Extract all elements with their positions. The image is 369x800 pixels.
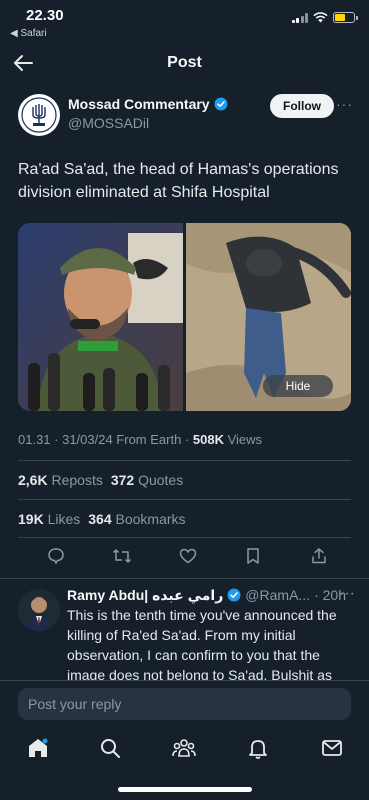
media-photo-speaker[interactable]	[18, 223, 183, 411]
reply-avatar[interactable]	[18, 589, 60, 631]
home-indicator	[118, 787, 252, 792]
author-avatar[interactable]	[18, 94, 60, 136]
top-nav: Post	[0, 44, 369, 84]
author-handle[interactable]: @MOSSADil	[68, 115, 149, 131]
tab-messages[interactable]	[320, 736, 344, 760]
reply-author-name[interactable]: Ramy Abdu| رامي عبده	[67, 587, 223, 604]
tab-notifications[interactable]	[246, 736, 270, 760]
notifications-icon	[249, 740, 267, 759]
reply-header: Ramy Abdu| رامي عبده @RamA... · 20h	[67, 585, 355, 605]
tab-search[interactable]	[98, 736, 122, 760]
status-time: 22.30	[26, 7, 64, 24]
reposts-stat[interactable]: 2,6K Reposts	[18, 472, 103, 488]
post-timestamp: 01.31 · 31/03/24 From Earth ·	[18, 432, 193, 447]
more-options-icon[interactable]: ···	[336, 96, 353, 112]
reply-text: This is the tenth time you've announced …	[67, 607, 337, 683]
likes-bookmarks-stats: 19K Likes 364 Bookmarks	[18, 511, 186, 527]
like-icon[interactable]	[178, 546, 198, 566]
messages-icon	[322, 740, 342, 756]
home-icon	[29, 738, 48, 757]
post-text: Ra'ad Sa'ad, the head of Hamas's operati…	[18, 161, 339, 201]
post-author: Mossad Commentary @MOSSADil Follow ···	[18, 92, 353, 138]
tab-home[interactable]	[26, 736, 50, 760]
search-icon	[101, 739, 120, 758]
reply-composer: Post your reply	[0, 680, 369, 724]
post-actions	[18, 546, 351, 570]
reply-author-handle[interactable]: @RamA...	[245, 587, 310, 603]
follow-button[interactable]: Follow	[270, 94, 334, 118]
tab-bar	[0, 724, 369, 800]
divider	[18, 499, 351, 500]
views-count[interactable]: 508K	[193, 432, 224, 447]
divider	[18, 460, 351, 461]
quotes-stat[interactable]: 372 Quotes	[111, 472, 183, 488]
bookmarks-stat[interactable]: 364 Bookmarks	[88, 511, 185, 527]
likes-stat[interactable]: 19K Likes	[18, 511, 80, 527]
media-photo-body[interactable]: Hide	[186, 223, 351, 411]
bookmark-icon[interactable]	[243, 546, 263, 566]
share-icon[interactable]	[309, 546, 329, 566]
wifi-icon	[313, 12, 328, 23]
verified-badge-icon	[227, 588, 241, 602]
verified-badge-icon	[214, 97, 228, 111]
reposts-quotes-stats: 2,6K Reposts 372 Quotes	[18, 472, 183, 488]
reply-icon[interactable]	[46, 546, 66, 566]
status-icons	[291, 12, 358, 23]
back-to-safari-link[interactable]: ◀ Safari	[10, 28, 47, 39]
communities-icon	[172, 739, 196, 757]
battery-icon	[333, 12, 358, 23]
page-title: Post	[167, 54, 202, 71]
divider	[0, 578, 369, 579]
status-bar: 22.30 ◀ Safari	[0, 0, 369, 44]
author-name[interactable]: Mossad Commentary	[68, 96, 228, 112]
tab-communities[interactable]	[172, 736, 196, 760]
post-media[interactable]: Hide	[18, 223, 351, 411]
repost-icon[interactable]	[112, 546, 132, 566]
signal-icon	[291, 12, 308, 23]
reply-more-icon[interactable]: ···	[339, 585, 355, 603]
hide-media-button[interactable]: Hide	[263, 375, 333, 397]
divider	[18, 537, 351, 538]
post-meta: 01.31 · 31/03/24 From Earth · 508K Views	[18, 432, 262, 447]
views-label: Views	[223, 432, 263, 447]
reply-input[interactable]: Post your reply	[18, 688, 351, 720]
author-name-text: Mossad Commentary	[68, 96, 210, 112]
